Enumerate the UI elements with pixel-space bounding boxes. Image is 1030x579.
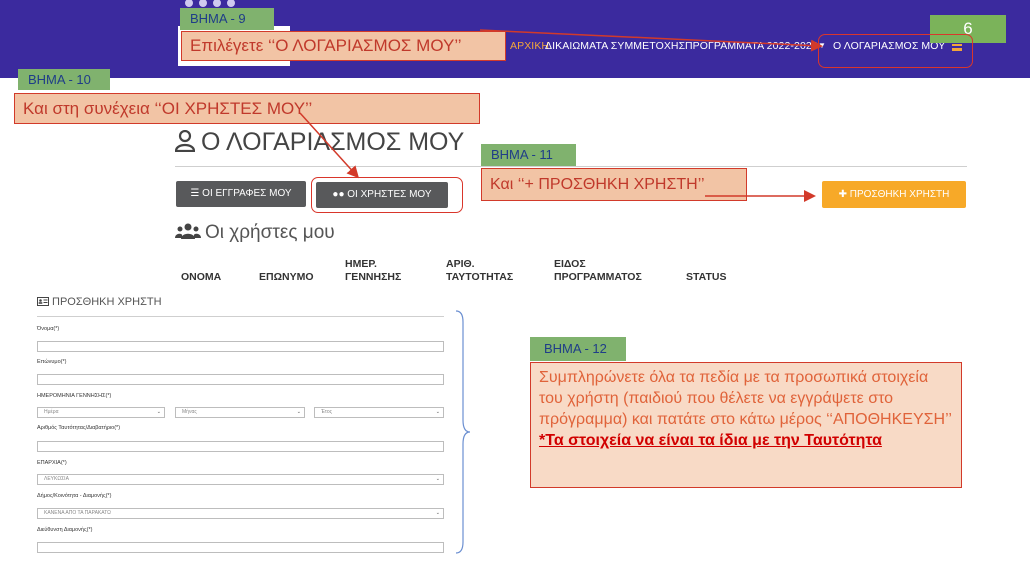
arrow-step9 bbox=[479, 29, 823, 52]
arrow-step10 bbox=[299, 112, 360, 179]
annotation-arrows bbox=[299, 29, 823, 202]
tutorial-slide: ΑΡΧΙΚΗ ΔΙΚΑΙΩΜΑΤΑ ΣΥΜΜΕΤΟΧΗΣ ΠΡΟΓΡΑΜΜΑΤΑ… bbox=[0, 0, 1030, 579]
